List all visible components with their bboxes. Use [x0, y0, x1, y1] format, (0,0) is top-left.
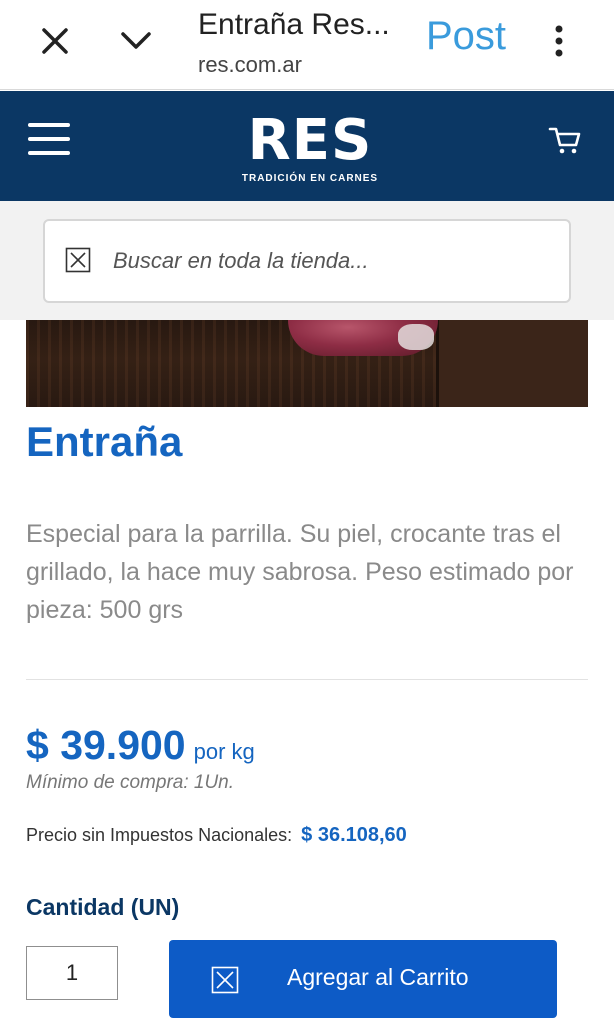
minimum-purchase: Mínimo de compra: 1Un.: [26, 772, 235, 793]
page-url: res.com.ar: [198, 52, 302, 77]
browser-toolbar: Entraña Res... res.com.ar Post: [0, 0, 614, 90]
search-bar-area: [0, 201, 614, 320]
product-image: [26, 320, 588, 407]
tax-value: $ 36.108,60: [301, 824, 407, 846]
post-button[interactable]: Post: [426, 14, 506, 59]
site-logo[interactable]: RES TRADICIÓN EN CARNES: [240, 108, 380, 185]
tax-label: Precio sin Impuestos Nacionales:: [26, 825, 293, 845]
cart-placeholder-icon: [211, 966, 239, 994]
price-unit: por kg: [193, 739, 255, 764]
search-box[interactable]: [43, 219, 571, 303]
product-price: $ 39.900: [26, 722, 186, 768]
logo-word: RES: [247, 108, 373, 173]
add-to-cart-label: Agregar al Carrito: [287, 964, 469, 990]
chevron-down-icon[interactable]: [118, 24, 154, 58]
hamburger-menu-icon[interactable]: [28, 123, 72, 157]
add-to-cart-button[interactable]: Agregar al Carrito: [169, 940, 557, 1018]
site-header: RES TRADICIÓN EN CARNES: [0, 91, 614, 201]
price-row: $ 39.900 por kg: [26, 722, 255, 769]
cart-icon[interactable]: [548, 125, 582, 155]
quantity-label: Cantidad (UN): [26, 894, 180, 920]
page-title: Entraña Res...: [198, 8, 390, 41]
search-icon: [65, 247, 91, 273]
tax-row: Precio sin Impuestos Nacionales: $ 36.10…: [26, 824, 407, 847]
quantity-input[interactable]: [26, 946, 118, 1000]
more-vertical-icon[interactable]: [548, 24, 570, 60]
divider: [26, 679, 588, 680]
product-name: Entraña: [26, 418, 183, 465]
product-description: Especial para la parrilla. Su piel, croc…: [26, 520, 574, 624]
search-input[interactable]: [113, 241, 553, 281]
close-icon[interactable]: [38, 24, 72, 58]
logo-tagline: TRADICIÓN EN CARNES: [241, 173, 379, 184]
